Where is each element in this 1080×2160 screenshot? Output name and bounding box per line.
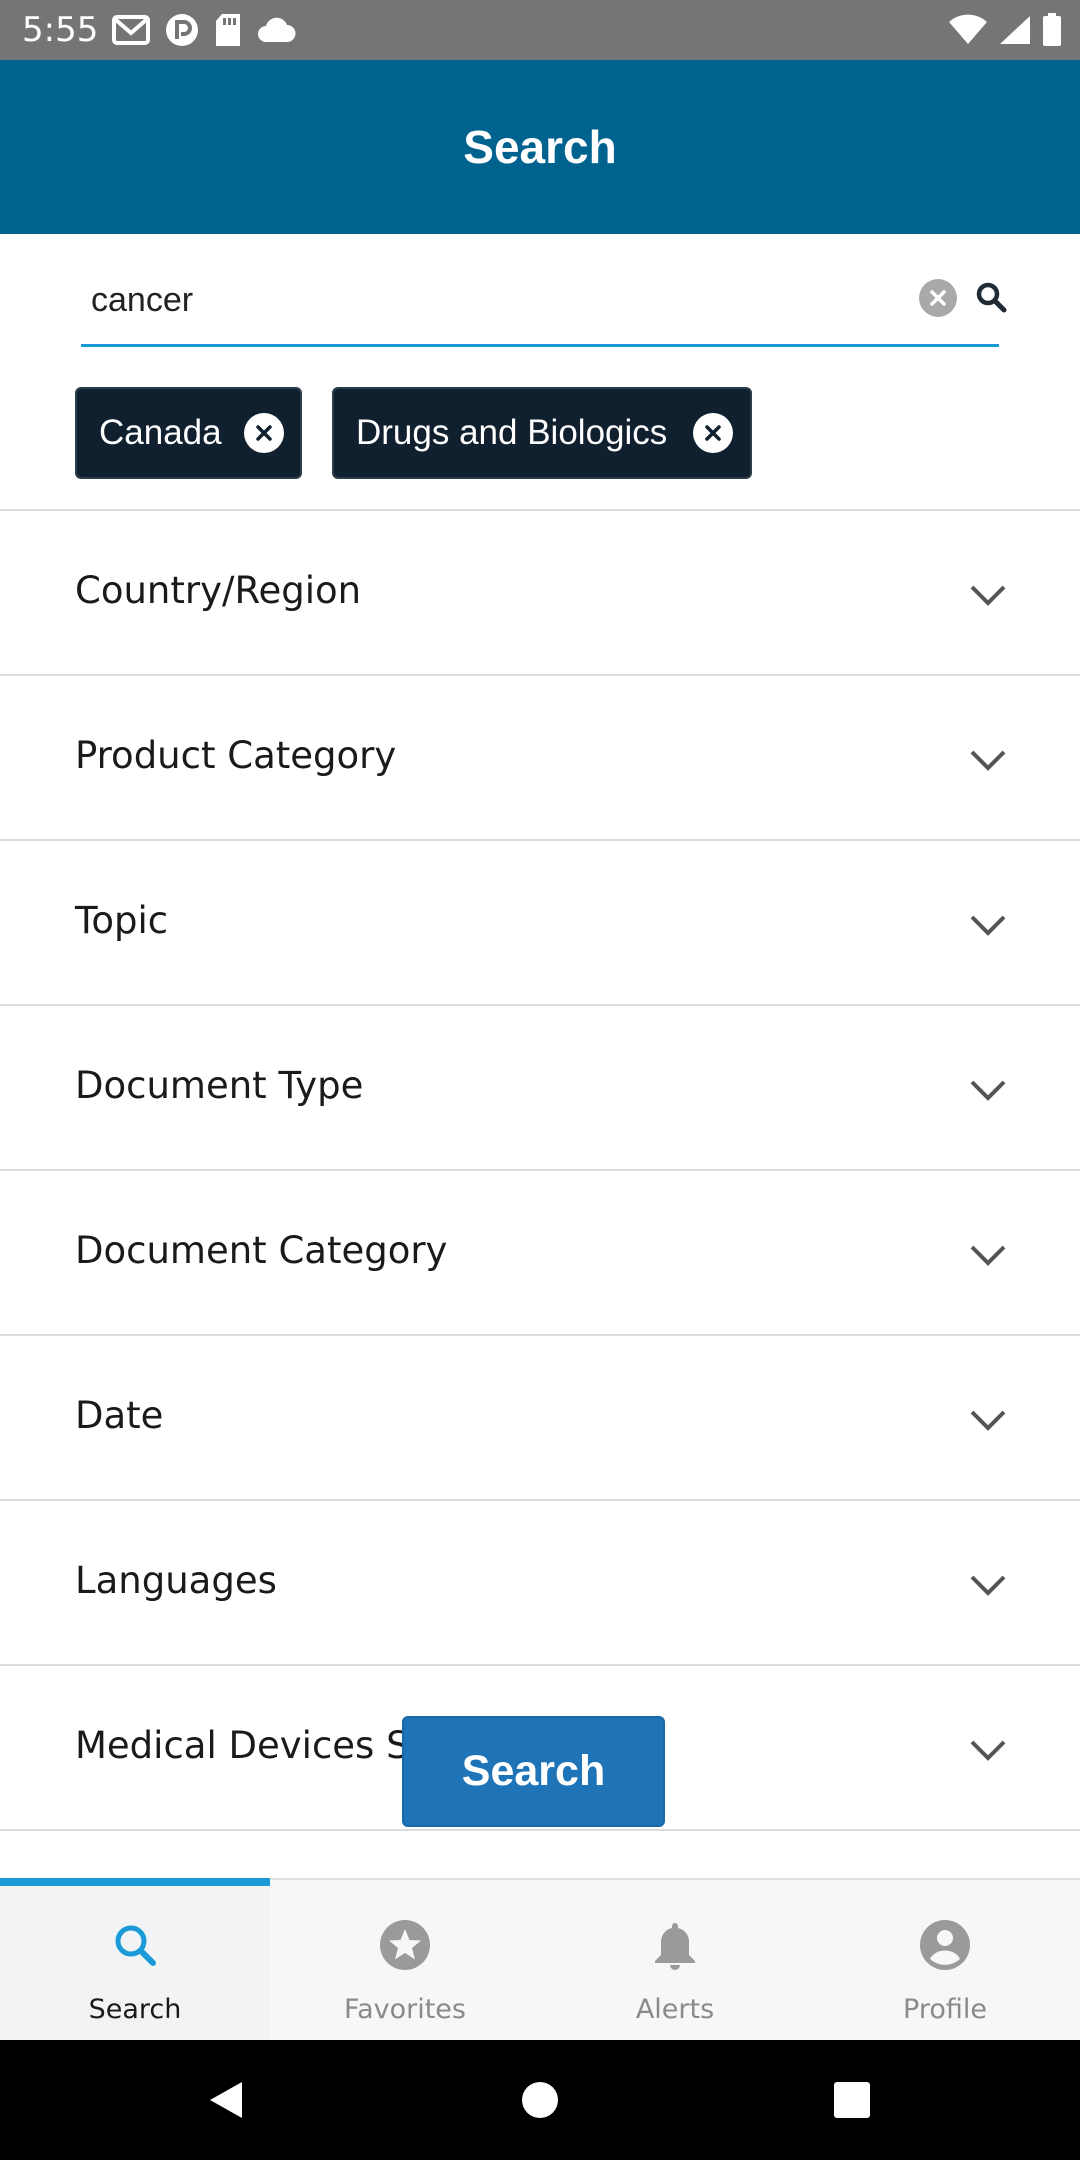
status-bar: 5:55	[0, 0, 1080, 60]
filter-label: Document Type	[75, 1064, 364, 1107]
bell-icon-wrap	[648, 1918, 702, 1972]
active-tab-indicator	[0, 1878, 270, 1886]
search-icon-wrap	[108, 1918, 162, 1972]
chevron-down-icon	[970, 1740, 1006, 1761]
filter-label: Topic	[75, 899, 169, 942]
filter-label: Document Category	[75, 1229, 448, 1272]
wifi-icon	[949, 14, 987, 44]
filter-label: Country/Region	[75, 569, 362, 612]
chip-label: Canada	[99, 413, 222, 452]
filter-row-topic[interactable]: Topic	[0, 841, 1080, 1006]
pocket-casts-icon	[166, 14, 198, 46]
chevron-down-icon	[970, 585, 1006, 606]
recents-button[interactable]	[822, 2070, 882, 2130]
back-icon	[210, 2082, 242, 2118]
tab-label: Favorites	[344, 1994, 466, 2025]
back-button[interactable]	[196, 2070, 256, 2130]
search-icon	[976, 282, 1007, 313]
notification-icons	[112, 10, 296, 50]
app-header: Search	[0, 60, 1080, 234]
chevron-down-icon	[970, 750, 1006, 771]
chevron-down-icon	[970, 1575, 1006, 1596]
signal-icon	[1000, 16, 1030, 44]
tab-label: Alerts	[635, 1994, 715, 2025]
person-icon	[920, 1920, 970, 1970]
status-time: 5:55	[22, 10, 99, 50]
star-icon-wrap	[378, 1918, 432, 1972]
tab-favorites[interactable]: Favorites	[270, 1880, 540, 2040]
clear-search-button[interactable]	[919, 279, 957, 317]
remove-chip-button[interactable]	[693, 413, 733, 453]
search-submit-icon-button[interactable]	[971, 277, 1011, 317]
chevron-down-icon	[970, 915, 1006, 936]
filter-row-product-category[interactable]: Product Category	[0, 676, 1080, 841]
close-icon	[930, 290, 946, 306]
filter-label: Languages	[75, 1559, 277, 1602]
tab-label: Search	[88, 1994, 182, 2025]
tab-search[interactable]: Search	[0, 1878, 270, 2040]
star-icon	[380, 1920, 430, 1970]
search-icon	[115, 1925, 156, 1966]
tab-label: Profile	[903, 1994, 987, 2025]
search-input[interactable]	[91, 265, 871, 335]
filter-chip: Drugs and Biologics	[332, 387, 752, 479]
search-button[interactable]: Search	[402, 1716, 665, 1827]
filter-chip: Canada	[75, 387, 302, 479]
chip-label: Drugs and Biologics	[356, 413, 668, 452]
home-icon	[522, 2082, 558, 2118]
bottom-nav: Search Favorites Alerts Profile	[0, 1878, 1080, 2040]
filter-label: Medical Devices Spe	[75, 1724, 456, 1767]
filter-row-document-category[interactable]: Document Category	[0, 1171, 1080, 1336]
tab-alerts[interactable]: Alerts	[540, 1880, 810, 2040]
bell-icon	[655, 1923, 695, 1970]
remove-chip-button[interactable]	[244, 413, 284, 453]
cloud-icon	[258, 17, 296, 42]
close-icon	[705, 425, 721, 441]
sd-card-icon	[216, 14, 240, 46]
chevron-down-icon	[970, 1080, 1006, 1101]
tab-profile[interactable]: Profile	[810, 1880, 1080, 2040]
filter-row-date[interactable]: Date	[0, 1336, 1080, 1501]
filter-list: Country/Region Product Category Topic Do…	[0, 509, 1080, 1831]
battery-icon	[1043, 13, 1061, 46]
home-button[interactable]	[510, 2070, 570, 2130]
filter-label: Date	[75, 1394, 164, 1437]
system-nav-bar	[0, 2040, 1080, 2160]
filter-row-languages[interactable]: Languages	[0, 1501, 1080, 1666]
chevron-down-icon	[970, 1410, 1006, 1431]
recents-icon	[834, 2082, 870, 2118]
filter-row-country-region[interactable]: Country/Region	[0, 511, 1080, 676]
page-title: Search	[463, 121, 617, 173]
person-icon-wrap	[918, 1918, 972, 1972]
filter-label: Product Category	[75, 734, 397, 777]
system-status-icons	[948, 10, 1062, 50]
filter-row-document-type[interactable]: Document Type	[0, 1006, 1080, 1171]
search-field	[81, 265, 1007, 347]
gmail-icon	[112, 15, 150, 45]
close-icon	[256, 425, 272, 441]
chevron-down-icon	[970, 1245, 1006, 1266]
